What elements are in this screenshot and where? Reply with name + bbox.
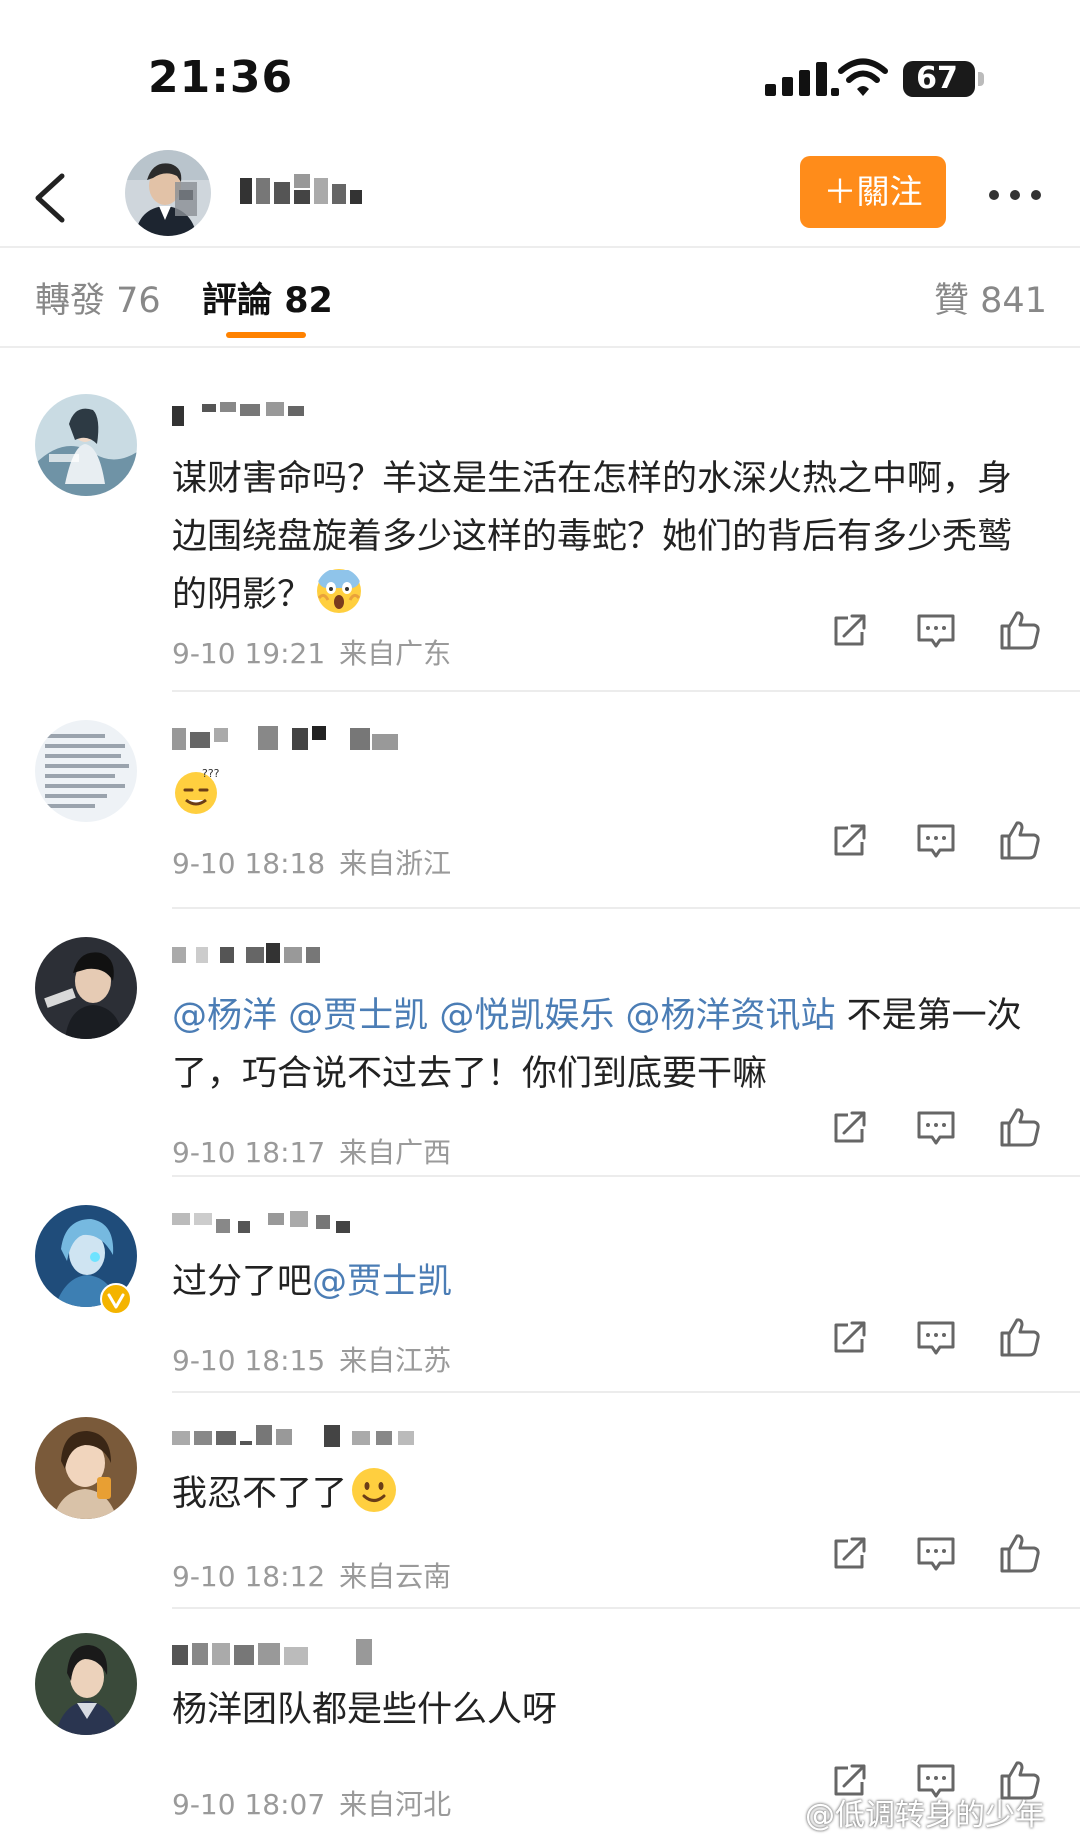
comment-meta: 9-10 18:17 来自广西 <box>172 1131 451 1171</box>
sweating-face-emoji: ??? <box>175 767 220 814</box>
comment-text: @杨洋 @贾士凯 @悦凯娱乐 @杨洋资讯站 不是第一次了，巧合说不过去了！你们到… <box>172 987 1042 1103</box>
status-bar: 21:36 67 <box>0 0 1080 150</box>
mention-link[interactable]: @悦凯娱乐 <box>439 996 614 1036</box>
share-icon[interactable] <box>828 1315 872 1359</box>
comment-meta: 9-10 18:07 来自河北 <box>172 1783 451 1823</box>
thumbs-up-icon[interactable] <box>998 608 1042 652</box>
comment-location: 来自浙江 <box>339 847 452 880</box>
commenter-avatar[interactable] <box>35 720 137 822</box>
author-avatar[interactable] <box>125 150 211 236</box>
share-icon[interactable] <box>828 608 872 652</box>
commenter-name-blurred[interactable] <box>172 939 352 969</box>
follow-button[interactable]: ＋關注 <box>800 156 946 228</box>
comment-meta: 9-10 18:18 来自浙江 <box>172 842 451 882</box>
comment-text: 我忍不了了 <box>172 1465 1042 1523</box>
comment-icon[interactable] <box>914 1531 958 1575</box>
commenter-avatar[interactable] <box>35 1633 137 1735</box>
comment-location: 来自广西 <box>339 1136 452 1169</box>
status-time: 21:36 <box>148 52 294 103</box>
tab-comment[interactable]: 評論 82 <box>202 272 333 323</box>
tab-comment-label: 評論 <box>202 281 273 321</box>
commenter-avatar[interactable] <box>35 394 137 496</box>
comment-icon[interactable] <box>914 818 958 862</box>
share-icon[interactable] <box>828 818 872 862</box>
thumbs-up-icon[interactable] <box>998 1105 1042 1149</box>
comment-date: 9-10 18:07 <box>172 1788 326 1821</box>
wifi-icon <box>838 58 888 96</box>
battery-level: 67 <box>916 61 958 96</box>
battery-cap <box>978 72 984 86</box>
tab-comment-count: 82 <box>284 281 333 321</box>
thumbs-up-icon[interactable] <box>998 1315 1042 1359</box>
commenter-avatar[interactable] <box>35 937 137 1039</box>
commenter-name-blurred[interactable] <box>172 398 312 428</box>
comment-text-body: 我忍不了了 <box>172 1474 348 1514</box>
watermark: @低调转身的少年 <box>805 1798 1045 1833</box>
active-tab-indicator <box>226 332 306 338</box>
more-dots-icon[interactable] <box>985 174 1045 214</box>
comment-date: 9-10 18:18 <box>172 847 326 880</box>
comment-text-body: 谋财害命吗？羊这是生活在怎样的水深火热之中啊，身边围绕盘旋着多少这样的毒蛇？她们… <box>172 459 1013 615</box>
comment-item: ??? 9-10 18:18 来自浙江 <box>0 692 1080 907</box>
comment-text-body: 过分了吧 <box>172 1262 313 1302</box>
post-tabs: 轉發 76 評論 82 贊 841 <box>0 248 1080 346</box>
share-icon[interactable] <box>828 1105 872 1149</box>
commenter-avatar[interactable] <box>35 1417 137 1519</box>
mention-link[interactable]: @贾士凯 <box>288 996 428 1036</box>
comment-date: 9-10 18:12 <box>172 1560 326 1593</box>
verified-badge-icon <box>100 1283 132 1315</box>
comment-text-body: 杨洋团队都是些什么人呀 <box>172 1690 558 1730</box>
commenter-name-blurred[interactable] <box>172 1421 432 1451</box>
svg-text:???: ??? <box>202 767 220 780</box>
commenter-name-blurred[interactable] <box>172 1207 352 1237</box>
comment-location: 来自河北 <box>339 1788 452 1821</box>
comment-date: 9-10 19:21 <box>172 637 326 670</box>
comment-meta: 9-10 18:12 来自云南 <box>172 1555 451 1595</box>
signal-icon <box>765 62 839 96</box>
tab-repost[interactable]: 轉發 76 <box>35 272 161 323</box>
comment-text: 过分了吧@贾士凯 <box>172 1253 1042 1311</box>
tab-repost-count: 76 <box>116 281 161 321</box>
mention-link[interactable]: @贾士凯 <box>312 1262 452 1302</box>
comment-location: 来自广东 <box>339 637 452 670</box>
comment-icon[interactable] <box>914 1315 958 1359</box>
post-header: ＋關注 <box>0 150 1080 246</box>
mention-link[interactable]: @杨洋资讯站 <box>625 996 835 1036</box>
comment-date: 9-10 18:17 <box>172 1136 326 1169</box>
comment-date: 9-10 18:15 <box>172 1344 326 1377</box>
chevron-left-icon[interactable] <box>24 168 80 228</box>
comment-meta: 9-10 19:21 来自广东 <box>172 632 451 672</box>
tab-like-label: 贊 <box>934 281 970 321</box>
comment-location: 来自江苏 <box>339 1344 452 1377</box>
commenter-name-blurred[interactable] <box>172 722 452 752</box>
thumbs-up-icon[interactable] <box>998 818 1042 862</box>
mention-link[interactable]: @杨洋 <box>172 996 277 1036</box>
comment-icon[interactable] <box>914 608 958 652</box>
comment-meta: 9-10 18:15 来自江苏 <box>172 1339 451 1379</box>
tab-like[interactable]: 贊 841 <box>934 272 1047 323</box>
screaming-face-emoji <box>317 569 362 613</box>
smiling-face-emoji <box>352 1468 397 1512</box>
tab-like-count: 841 <box>980 281 1047 321</box>
commenter-name-blurred[interactable] <box>172 1637 382 1667</box>
share-icon[interactable] <box>828 1531 872 1575</box>
comment-text: 杨洋团队都是些什么人呀 <box>172 1681 1042 1739</box>
author-name-blurred[interactable] <box>240 170 380 216</box>
thumbs-up-icon[interactable] <box>998 1531 1042 1575</box>
tab-repost-label: 轉發 <box>35 281 106 321</box>
comment-location: 来自云南 <box>339 1560 452 1593</box>
comment-icon[interactable] <box>914 1105 958 1149</box>
tabs-divider <box>0 346 1080 348</box>
comment-text: 谋财害命吗？羊这是生活在怎样的水深火热之中啊，身边围绕盘旋着多少这样的毒蛇？她们… <box>172 450 1042 624</box>
